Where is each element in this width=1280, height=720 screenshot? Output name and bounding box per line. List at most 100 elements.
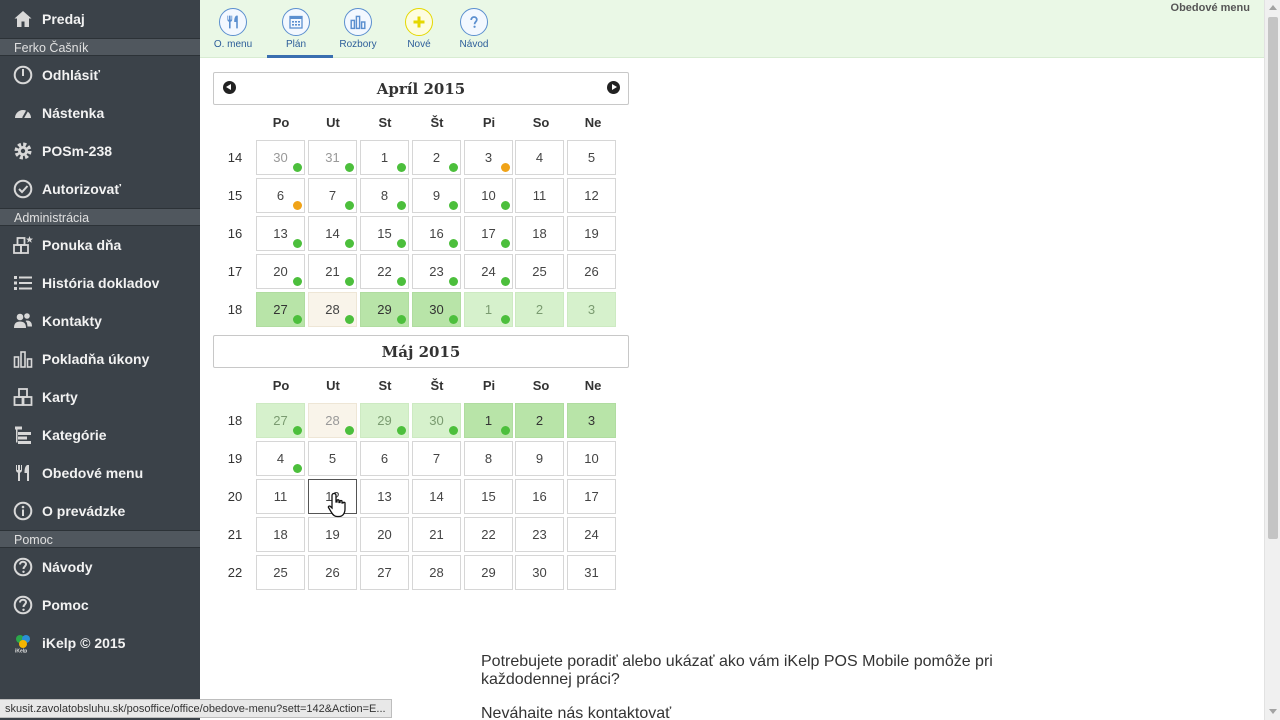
sidebar-item-autorizovat[interactable]: Autorizovať	[0, 170, 200, 208]
prev-month-icon[interactable]	[223, 81, 236, 94]
sidebar-item-odhlasit[interactable]: Odhlásiť	[0, 56, 200, 94]
calendar-day[interactable]: 30	[412, 292, 461, 327]
calendar-day[interactable]: 9	[515, 441, 564, 476]
scroll-up-arrow-icon[interactable]	[1269, 5, 1277, 10]
vertical-scrollbar[interactable]	[1264, 0, 1280, 720]
calendar-day[interactable]: 21	[412, 517, 461, 552]
calendar-day[interactable]: 29	[464, 555, 513, 590]
calendar-day[interactable]: 28	[412, 555, 461, 590]
calendar-day[interactable]: 5	[567, 140, 616, 175]
calendar-day[interactable]: 29	[360, 292, 409, 327]
calendar-day[interactable]: 10	[464, 178, 513, 213]
calendar-day[interactable]: 29	[360, 403, 409, 438]
next-month-icon[interactable]	[607, 81, 620, 94]
calendar-day[interactable]: 18	[515, 216, 564, 251]
calendar-day[interactable]: 28	[308, 403, 357, 438]
calendar-day[interactable]: 11	[515, 178, 564, 213]
sidebar-item-o-prevadzke[interactable]: O prevádzke	[0, 492, 200, 530]
toolbar-button-navod[interactable]: Návod	[447, 6, 501, 50]
calendar-day-number: 30	[532, 565, 547, 580]
calendar-day[interactable]: 25	[256, 555, 305, 590]
calendar-day[interactable]: 12	[567, 178, 616, 213]
calendar-day[interactable]: 19	[308, 517, 357, 552]
sidebar-item-historia-dokladov[interactable]: História dokladov	[0, 264, 200, 302]
calendar-day[interactable]: 1	[464, 403, 513, 438]
sidebar-item-obedove-menu[interactable]: Obedové menu	[0, 454, 200, 492]
calendar-day[interactable]: 8	[360, 178, 409, 213]
sidebar-item-pomoc[interactable]: Pomoc	[0, 586, 200, 624]
calendar-day[interactable]: 15	[464, 479, 513, 514]
sidebar-item-ponuka-dna[interactable]: Ponuka dňa	[0, 226, 200, 264]
calendar-day[interactable]: 9	[412, 178, 461, 213]
calendar-day[interactable]: 22	[360, 254, 409, 289]
calendar-day[interactable]: 16	[515, 479, 564, 514]
calendar-day[interactable]: 3	[567, 292, 616, 327]
calendar-day[interactable]: 23	[515, 517, 564, 552]
calendar-day[interactable]: 3	[567, 403, 616, 438]
calendar-day[interactable]: 17	[567, 479, 616, 514]
calendar-day[interactable]: 2	[515, 403, 564, 438]
calendar-day[interactable]: 12	[308, 479, 357, 514]
calendar-day[interactable]: 3	[464, 140, 513, 175]
calendar-day[interactable]: 27	[256, 403, 305, 438]
sidebar-item-pokladna-ukony[interactable]: Pokladňa úkony	[0, 340, 200, 378]
calendar-day[interactable]: 20	[360, 517, 409, 552]
calendar-day[interactable]: 22	[464, 517, 513, 552]
calendar-day[interactable]: 2	[515, 292, 564, 327]
calendar-day[interactable]: 30	[256, 140, 305, 175]
calendar-day[interactable]: 27	[360, 555, 409, 590]
calendar-day[interactable]: 7	[412, 441, 461, 476]
toolbar-button-label: Rozbory	[339, 39, 377, 50]
sidebar-item-ikelp-2015[interactable]: iKelp iKelp © 2015	[0, 624, 200, 662]
calendar-day[interactable]: 18	[256, 517, 305, 552]
toolbar-button-rozbory[interactable]: Rozbory	[331, 6, 385, 50]
calendar-day[interactable]: 2	[412, 140, 461, 175]
calendar-day[interactable]: 8	[464, 441, 513, 476]
calendar-day[interactable]: 1	[360, 140, 409, 175]
calendar-day[interactable]: 30	[515, 555, 564, 590]
calendar-day[interactable]: 14	[412, 479, 461, 514]
calendar-day[interactable]: 25	[515, 254, 564, 289]
sidebar-item-predaj[interactable]: Predaj	[0, 0, 200, 38]
calendar-day[interactable]: 23	[412, 254, 461, 289]
calendar-day[interactable]: 26	[308, 555, 357, 590]
scroll-down-arrow-icon[interactable]	[1269, 709, 1277, 714]
calendar-day[interactable]: 21	[308, 254, 357, 289]
calendar-day[interactable]: 24	[567, 517, 616, 552]
calendar-day[interactable]: 11	[256, 479, 305, 514]
sidebar-item-karty[interactable]: Karty	[0, 378, 200, 416]
calendar-day[interactable]: 5	[308, 441, 357, 476]
sidebar-item-kontakty[interactable]: Kontakty	[0, 302, 200, 340]
calendar-day[interactable]: 20	[256, 254, 305, 289]
sidebar-item-posm-238[interactable]: POSm-238	[0, 132, 200, 170]
toolbar-button-plan[interactable]: Plán	[267, 6, 333, 58]
calendar-day[interactable]: 10	[567, 441, 616, 476]
scroll-thumb[interactable]	[1268, 17, 1278, 539]
calendar-day[interactable]: 13	[360, 479, 409, 514]
calendar-day[interactable]: 13	[256, 216, 305, 251]
toolbar-button-o-menu[interactable]: O. menu	[206, 6, 260, 50]
calendar-day[interactable]: 26	[567, 254, 616, 289]
calendar-day[interactable]: 6	[256, 178, 305, 213]
sidebar-item-nastenka[interactable]: Nástenka	[0, 94, 200, 132]
calendar-day[interactable]: 6	[360, 441, 409, 476]
calendar-day[interactable]: 31	[308, 140, 357, 175]
calendar-day[interactable]: 15	[360, 216, 409, 251]
calendar-day[interactable]: 16	[412, 216, 461, 251]
calendar-day[interactable]: 17	[464, 216, 513, 251]
calendar-day[interactable]: 7	[308, 178, 357, 213]
sidebar-item-kategorie[interactable]: Kategórie	[0, 416, 200, 454]
calendar-day[interactable]: 4	[515, 140, 564, 175]
calendar-day[interactable]: 1	[464, 292, 513, 327]
calendar-day[interactable]: 24	[464, 254, 513, 289]
toolbar-button-nove[interactable]: Nové	[392, 6, 446, 50]
calendar-day[interactable]: 31	[567, 555, 616, 590]
calendar-day[interactable]: 19	[567, 216, 616, 251]
calendar-day[interactable]: 14	[308, 216, 357, 251]
sidebar-item-navody[interactable]: Návody	[0, 548, 200, 586]
calendar-day[interactable]: 28	[308, 292, 357, 327]
calendar-day[interactable]: 4	[256, 441, 305, 476]
calendar-day[interactable]: 30	[412, 403, 461, 438]
calendar-day[interactable]: 27	[256, 292, 305, 327]
sidebar-section-help: Pomoc	[0, 530, 200, 548]
